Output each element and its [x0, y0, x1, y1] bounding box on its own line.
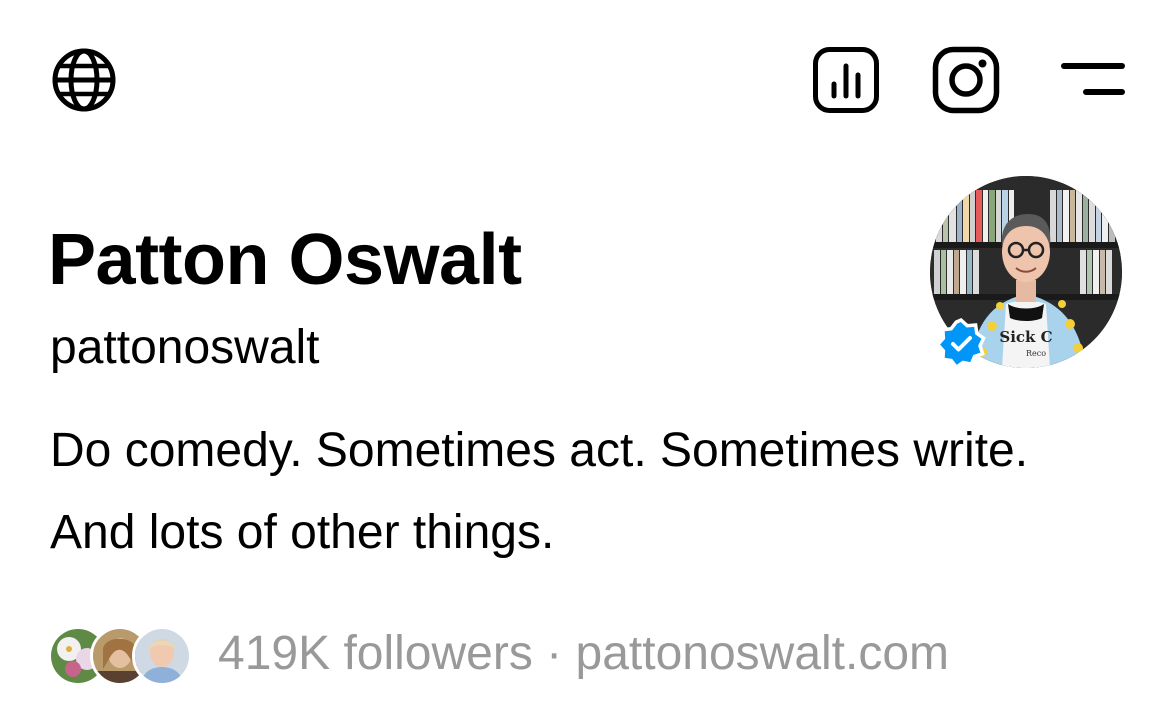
- insights-icon[interactable]: [812, 46, 880, 114]
- profile-display-name: Patton Oswalt: [48, 220, 522, 300]
- profile-bio: Do comedy. Sometimes act. Sometimes writ…: [50, 424, 1029, 559]
- follower-avatars[interactable]: [48, 624, 192, 686]
- menu-icon[interactable]: [1058, 58, 1126, 102]
- followers-count[interactable]: 419K followers: [218, 627, 533, 680]
- avatar-shirt-subtext: Reco: [1026, 349, 1046, 358]
- profile-website-link[interactable]: pattonoswalt.com: [576, 627, 950, 680]
- verified-badge-icon: [934, 316, 988, 370]
- avatar-shirt-text: Sick C: [999, 328, 1052, 346]
- followers-separator: ·: [532, 627, 576, 680]
- profile-username: pattonoswalt: [50, 321, 320, 374]
- follower-avatar: [132, 626, 192, 686]
- instagram-icon[interactable]: [932, 46, 1000, 114]
- followers-row: 419K followers · pattonoswalt.com: [48, 622, 949, 686]
- globe-icon[interactable]: [50, 46, 118, 114]
